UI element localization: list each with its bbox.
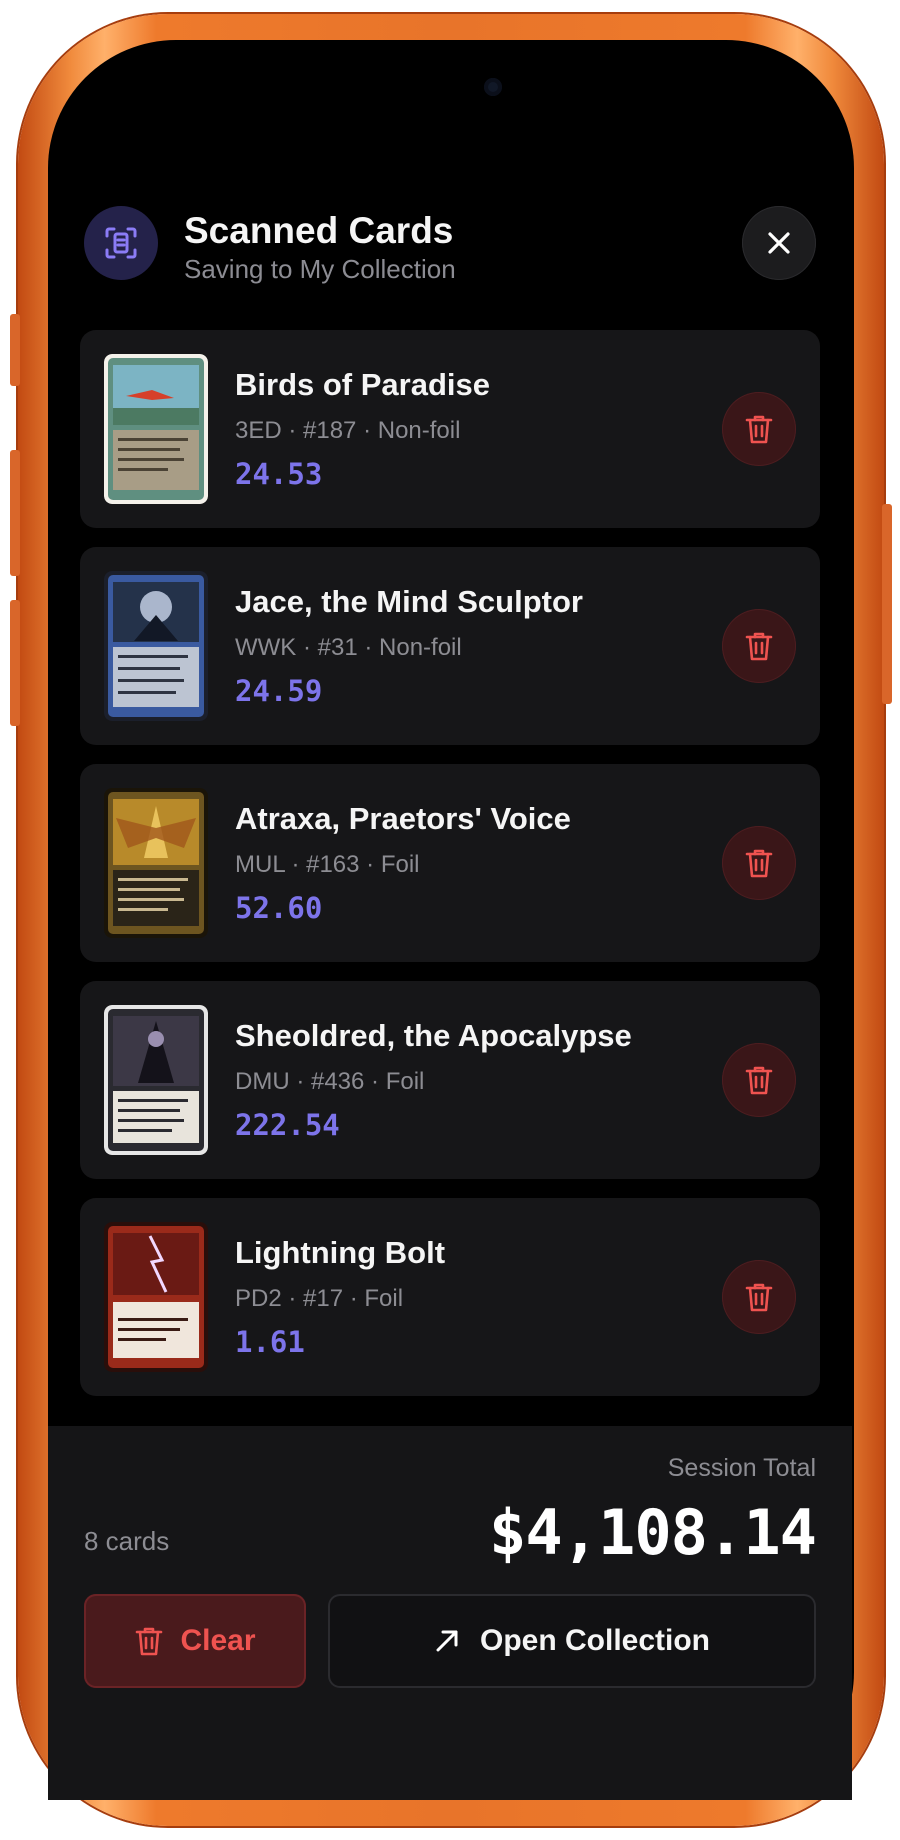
card-meta: 3ED · #187 · Non-foil: [235, 417, 461, 444]
close-button[interactable]: [742, 206, 816, 280]
card-meta: WWK · #31 · Non-foil: [235, 634, 462, 661]
session-footer: Session Total $4,108.14 8 cards Clear Op…: [48, 1426, 852, 1800]
session-total-value: $4,108.14: [489, 1496, 817, 1569]
dynamic-island: [310, 56, 532, 118]
trash-icon: [745, 632, 773, 661]
clear-button-label: Clear: [180, 1624, 256, 1657]
arrow-up-right-icon: [436, 1630, 458, 1652]
list-item[interactable]: Birds of Paradise 3ED · #187 · Non-foil …: [80, 330, 820, 528]
camera-icon: [484, 78, 502, 96]
trash-icon: [745, 415, 773, 444]
open-collection-label: Open Collection: [479, 1624, 710, 1657]
delete-button[interactable]: [722, 826, 796, 900]
trash-icon: [136, 1627, 163, 1656]
list-item[interactable]: Jace, the Mind Sculptor WWK · #31 · Non-…: [80, 547, 820, 745]
open-collection-button[interactable]: Open Collection: [328, 1594, 816, 1688]
trash-icon: [745, 1283, 773, 1312]
lightning-bolt-card-image: [104, 1222, 208, 1372]
list-item[interactable]: Atraxa, Praetors' Voice MUL · #163 · Foi…: [80, 764, 820, 962]
jace-card-image: [104, 571, 208, 721]
card-name: Jace, the Mind Sculptor: [235, 584, 583, 619]
delete-button[interactable]: [722, 1043, 796, 1117]
card-price: 222.54: [235, 1108, 340, 1142]
clear-button[interactable]: Clear: [84, 1594, 306, 1688]
card-price: 24.53: [235, 457, 323, 491]
delete-button[interactable]: [722, 392, 796, 466]
list-item[interactable]: Sheoldred, the Apocalypse DMU · #436 · F…: [80, 981, 820, 1179]
trash-icon: [745, 849, 773, 878]
card-meta: MUL · #163 · Foil: [235, 851, 420, 878]
card-count: 8 cards: [84, 1526, 170, 1556]
card-name: Birds of Paradise: [235, 367, 490, 402]
sheoldred-card-image: [104, 1005, 208, 1155]
volume-down-button: [10, 600, 20, 726]
header: Scanned Cards Saving to My Collection: [84, 206, 816, 284]
power-button: [882, 504, 892, 704]
card-meta: DMU · #436 · Foil: [235, 1068, 425, 1095]
delete-button[interactable]: [722, 609, 796, 683]
card-name: Atraxa, Praetors' Voice: [235, 801, 571, 836]
session-total-label: Session Total: [667, 1454, 816, 1482]
action-button: [10, 314, 20, 386]
card-name: Lightning Bolt: [235, 1235, 446, 1270]
card-meta: PD2 · #17 · Foil: [235, 1285, 404, 1312]
atraxa-card-image: [104, 788, 208, 938]
page-subtitle: Saving to My Collection: [184, 254, 456, 284]
card-price: 24.59: [235, 674, 323, 708]
card-name: Sheoldred, the Apocalypse: [235, 1018, 632, 1053]
card-price: 52.60: [235, 891, 323, 925]
volume-up-button: [10, 450, 20, 576]
close-icon: [768, 232, 790, 254]
delete-button[interactable]: [722, 1260, 796, 1334]
list-item[interactable]: Lightning Bolt PD2 · #17 · Foil 1.61: [80, 1198, 820, 1396]
trash-icon: [745, 1066, 773, 1095]
birds-of-paradise-card-image: [104, 354, 208, 504]
page-title: Scanned Cards: [184, 210, 454, 251]
scan-card-icon: [84, 206, 158, 280]
card-price: 1.61: [235, 1325, 305, 1359]
